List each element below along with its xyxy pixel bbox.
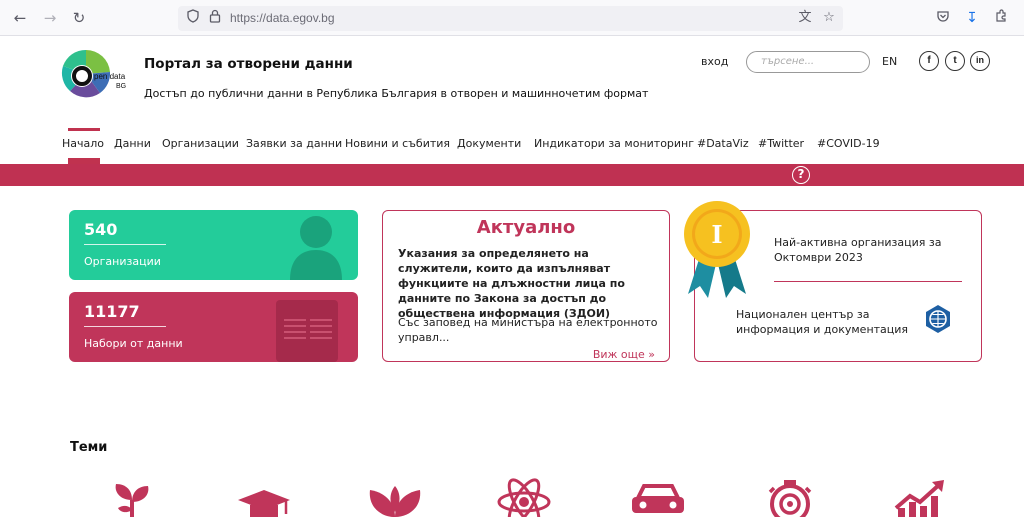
forward-arrow-icon[interactable]: → [40,8,60,28]
nav-item-documents[interactable]: Документи [457,137,521,150]
news-heading: Актуално [476,217,576,238]
nav-item-organizations[interactable]: Организации [162,137,239,150]
datasets-count: 11177 [84,302,140,321]
organizations-card[interactable]: 540 Организации [69,210,358,280]
leaves-icon[interactable] [366,478,424,517]
main-nav: Начало Данни Организации Заявки за данни… [0,128,1024,164]
nav-item-news[interactable]: Новини и събития [345,137,450,150]
login-link[interactable]: вход [701,55,728,68]
datasets-label: Набори от данни [84,337,183,350]
growth-chart-icon[interactable] [892,478,948,517]
nav-item-covid[interactable]: #COVID-19 [817,137,880,150]
facebook-icon[interactable]: f [919,51,939,71]
translate-icon[interactable]: 文 [796,9,814,27]
atom-icon[interactable] [496,478,552,517]
nav-item-data-requests[interactable]: Заявки за данни [246,137,342,150]
nav-item-dataviz[interactable]: #DataViz [697,137,749,150]
twitter-icon[interactable]: t [945,51,965,71]
graduation-cap-icon[interactable] [236,478,292,517]
extensions-icon[interactable] [992,9,1010,27]
person-icon [290,216,342,280]
shield-icon[interactable] [184,9,202,27]
site-logo[interactable]: pen data BG [58,46,130,102]
topics-title: Теми [70,440,108,455]
reload-icon[interactable]: ↻ [69,8,89,28]
active-org-name[interactable]: Национален център за информация и докуме… [736,307,916,337]
active-org-heading: Най-активна организация за Октомври 2023 [774,236,942,264]
divider [84,244,166,245]
leaf-sprout-icon[interactable] [108,478,156,517]
car-icon[interactable] [630,478,686,517]
search-input[interactable]: търсене... [746,51,870,73]
open-book-icon [276,300,338,362]
download-icon[interactable]: ↧ [963,9,981,27]
news-card: Актуално Указания за определянето на слу… [382,210,670,362]
organizations-label: Организации [84,255,161,268]
nav-item-indicators[interactable]: Индикатори за мониторинг [534,137,694,150]
see-more-link[interactable]: Виж още » [593,348,655,361]
browser-toolbar: ← → ↻ https://data.egov.bg 文 ☆ ↧ [0,0,1024,36]
language-switch[interactable]: EN [882,55,897,68]
help-icon[interactable]: ? [792,166,810,184]
divider [774,281,962,282]
stopwatch-gear-icon[interactable] [764,478,816,517]
url-text[interactable]: https://data.egov.bg [230,11,335,25]
nav-item-data[interactable]: Данни [114,137,151,150]
back-arrow-icon[interactable]: ← [10,8,30,28]
linkedin-icon[interactable]: in [970,51,990,71]
logo-text-bg: BG [116,83,126,90]
pocket-icon[interactable] [934,9,952,27]
site-subtitle: Достъп до публични данни в Република Бъл… [144,87,649,100]
organization-logo-icon [926,305,950,333]
divider [84,326,166,327]
logo-text: pen data [94,72,126,81]
organizations-count: 540 [84,220,118,239]
medal-icon: I [684,201,750,298]
nav-band [0,164,1024,186]
datasets-card[interactable]: 11177 Набори от данни [69,292,358,362]
nav-item-twitter[interactable]: #Twitter [758,137,804,150]
star-icon[interactable]: ☆ [820,9,838,27]
medal-rank: I [711,220,722,249]
site-title: Портал за отворени данни [144,56,353,72]
address-bar[interactable]: https://data.egov.bg 文 ☆ [178,6,843,31]
news-title[interactable]: Указания за определянето на служители, к… [398,246,663,321]
lock-icon[interactable] [206,9,224,27]
news-excerpt: Със заповед на министъра на електронното… [398,316,658,344]
nav-item-home[interactable]: Начало [62,137,104,150]
